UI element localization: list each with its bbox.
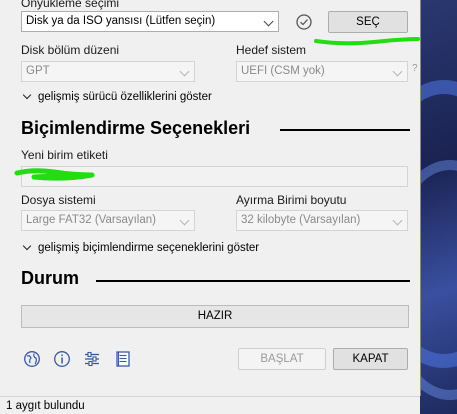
volume-label-label: Yeni birim etiketi bbox=[21, 148, 108, 162]
log-icon[interactable] bbox=[114, 350, 132, 368]
partition-scheme-dropdown[interactable]: GPT bbox=[21, 61, 195, 82]
target-system-value: UEFI (CSM yok) bbox=[241, 65, 325, 77]
info-icon[interactable] bbox=[53, 350, 71, 368]
chevron-down-icon bbox=[179, 66, 190, 77]
chevron-down-icon bbox=[263, 16, 274, 27]
chevron-down-icon bbox=[22, 90, 32, 100]
advanced-format-toggle[interactable]: gelişmiş biçimlendirme seçeneklerini gös… bbox=[21, 241, 260, 254]
status-bar: 1 aygıt bulundu bbox=[0, 396, 420, 414]
progress-bar: HAZIR bbox=[21, 305, 409, 328]
file-system-value: Large FAT32 (Varsayılan) bbox=[26, 214, 156, 226]
start-button[interactable]: BAŞLAT bbox=[238, 348, 326, 370]
settings-sliders-icon[interactable] bbox=[83, 350, 101, 368]
section-divider bbox=[280, 129, 410, 131]
file-system-label: Dosya sistemi bbox=[21, 193, 96, 207]
format-options-heading: Biçimlendirme Seçenekleri bbox=[21, 118, 251, 138]
device-count-text: 1 aygıt bulundu bbox=[6, 400, 85, 412]
partition-scheme-value: GPT bbox=[26, 65, 50, 77]
advanced-drive-label: gelişmiş sürücü özelliklerini göster bbox=[38, 91, 212, 103]
boot-selection-value: Disk ya da ISO yansısı (Lütfen seçin) bbox=[26, 15, 216, 27]
boot-selection-dropdown[interactable]: Disk ya da ISO yansısı (Lütfen seçin) bbox=[21, 11, 279, 32]
advanced-drive-toggle[interactable]: gelişmiş sürücü özelliklerini göster bbox=[21, 90, 212, 103]
close-button[interactable]: KAPAT bbox=[333, 348, 408, 370]
file-system-dropdown[interactable]: Large FAT32 (Varsayılan) bbox=[21, 210, 195, 231]
desktop-background bbox=[420, 0, 457, 414]
green-highlight-scribble bbox=[14, 168, 95, 181]
target-system-label: Hedef sistem bbox=[236, 43, 307, 57]
green-highlight-scribble bbox=[314, 37, 420, 46]
section-divider bbox=[96, 280, 410, 282]
cluster-size-label: Ayırma Birimi boyutu bbox=[236, 193, 347, 207]
select-button[interactable]: SEÇ bbox=[328, 11, 408, 33]
chevron-down-icon bbox=[22, 241, 32, 251]
advanced-format-label: gelişmiş biçimlendirme seçeneklerini gös… bbox=[38, 242, 260, 254]
partition-scheme-label: Disk bölüm düzeni bbox=[21, 43, 120, 57]
chevron-down-icon bbox=[392, 215, 403, 226]
status-heading: Durum bbox=[21, 268, 79, 288]
cluster-size-value: 32 kilobyte (Varsayılan) bbox=[241, 214, 361, 226]
chevron-down-icon bbox=[179, 215, 190, 226]
help-icon[interactable]: ? bbox=[412, 63, 418, 74]
boot-selection-label: Önyükleme seçimi bbox=[21, 0, 120, 10]
cluster-size-dropdown[interactable]: 32 kilobyte (Varsayılan) bbox=[236, 210, 408, 231]
rufus-window: Önyükleme seçimi Disk ya da ISO yansısı … bbox=[0, 0, 421, 396]
check-icon[interactable] bbox=[295, 13, 313, 31]
globe-icon[interactable] bbox=[23, 350, 41, 368]
target-system-dropdown[interactable]: UEFI (CSM yok) bbox=[236, 61, 408, 82]
chevron-down-icon bbox=[392, 66, 403, 77]
